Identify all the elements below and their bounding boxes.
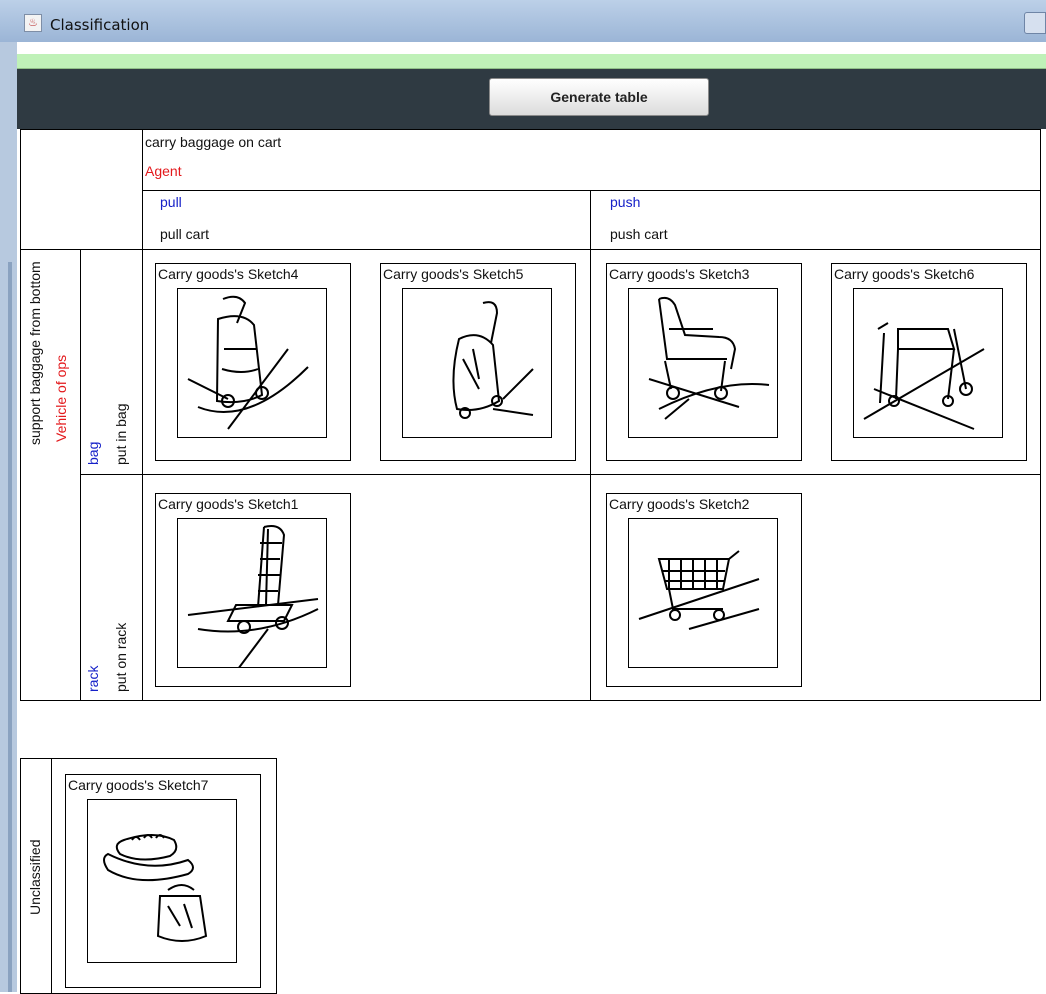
sketch-thumbnail xyxy=(628,518,778,668)
side-header-outer: support baggage from bottom xyxy=(27,261,43,445)
window-title: Classification xyxy=(50,16,150,34)
grid-line xyxy=(20,129,21,701)
sketch-thumbnail xyxy=(402,288,552,438)
sketch-thumbnail xyxy=(177,518,327,668)
row-tag-bag: bag xyxy=(85,441,101,465)
sketch-title: Carry goods's Sketch4 xyxy=(158,266,299,282)
grid-line xyxy=(142,190,1040,191)
bag-cart-sketch-icon xyxy=(187,295,309,430)
sketch-card[interactable]: Carry goods's Sketch6 xyxy=(831,263,1027,461)
column-tag-pull: pull xyxy=(160,194,182,210)
wheelchair-cart-sketch-icon xyxy=(648,296,770,420)
sketch-card[interactable]: Carry goods's Sketch2 xyxy=(606,493,802,687)
column-label-pull-cart: pull cart xyxy=(160,226,210,242)
unclassified-sketch-card[interactable]: Carry goods's Sketch7 xyxy=(65,774,261,988)
sketch-thumbnail xyxy=(628,288,778,438)
sketch-thumbnail xyxy=(177,288,327,438)
bag-items-sketch-icon xyxy=(103,834,208,942)
unclassified-label: Unclassified xyxy=(27,839,43,915)
row-label-put-on-rack: put on rack xyxy=(113,622,129,692)
shopping-cart-sketch-icon xyxy=(638,550,760,630)
walker-cart-sketch-icon xyxy=(863,322,985,430)
java-app-icon: ♨ xyxy=(24,14,42,32)
bag-cart-sketch-icon xyxy=(452,301,534,419)
grid-line xyxy=(80,249,81,701)
window-left-frame xyxy=(0,42,17,992)
classification-window: ♨ Classification Generate table carry ba… xyxy=(0,0,1046,994)
sketch-thumbnail xyxy=(87,799,237,963)
grid-line xyxy=(20,700,1041,701)
grid-line xyxy=(20,249,1041,250)
title-bar[interactable]: ♨ Classification xyxy=(0,0,1046,42)
rack-trolley-sketch-icon xyxy=(187,525,319,667)
agent-label: Agent xyxy=(145,163,182,179)
sketch-title: Carry goods's Sketch2 xyxy=(609,496,750,512)
sketch-card[interactable]: Carry goods's Sketch4 xyxy=(155,263,351,461)
sketch-title: Carry goods's Sketch6 xyxy=(834,266,975,282)
row-tag-rack: rack xyxy=(85,665,101,692)
sketch-thumbnail xyxy=(853,288,1003,438)
frame-strip xyxy=(8,262,12,992)
grid-line xyxy=(1040,129,1041,701)
row-label-put-in-bag: put in bag xyxy=(113,403,129,466)
grid-line xyxy=(142,129,143,701)
status-strip xyxy=(17,54,1046,69)
sketch-title: Carry goods's Sketch5 xyxy=(383,266,524,282)
grid-line xyxy=(20,129,1041,130)
side-header-vehicle: Vehicle of ops xyxy=(53,354,69,442)
grid-line xyxy=(590,190,591,701)
sketch-title: Carry goods's Sketch7 xyxy=(68,777,209,793)
column-tag-push: push xyxy=(610,194,641,210)
minimize-button[interactable] xyxy=(1024,12,1046,34)
sketch-card[interactable]: Carry goods's Sketch3 xyxy=(606,263,802,461)
sketch-card[interactable]: Carry goods's Sketch5 xyxy=(380,263,576,461)
generate-table-button[interactable]: Generate table xyxy=(489,78,709,116)
sketch-title: Carry goods's Sketch1 xyxy=(158,496,299,512)
column-label-push-cart: push cart xyxy=(610,226,668,242)
toolbar: Generate table xyxy=(17,69,1046,129)
header-title: carry baggage on cart xyxy=(145,134,282,150)
grid-line xyxy=(80,474,1041,475)
sketch-card[interactable]: Carry goods's Sketch1 xyxy=(155,493,351,687)
sketch-title: Carry goods's Sketch3 xyxy=(609,266,750,282)
